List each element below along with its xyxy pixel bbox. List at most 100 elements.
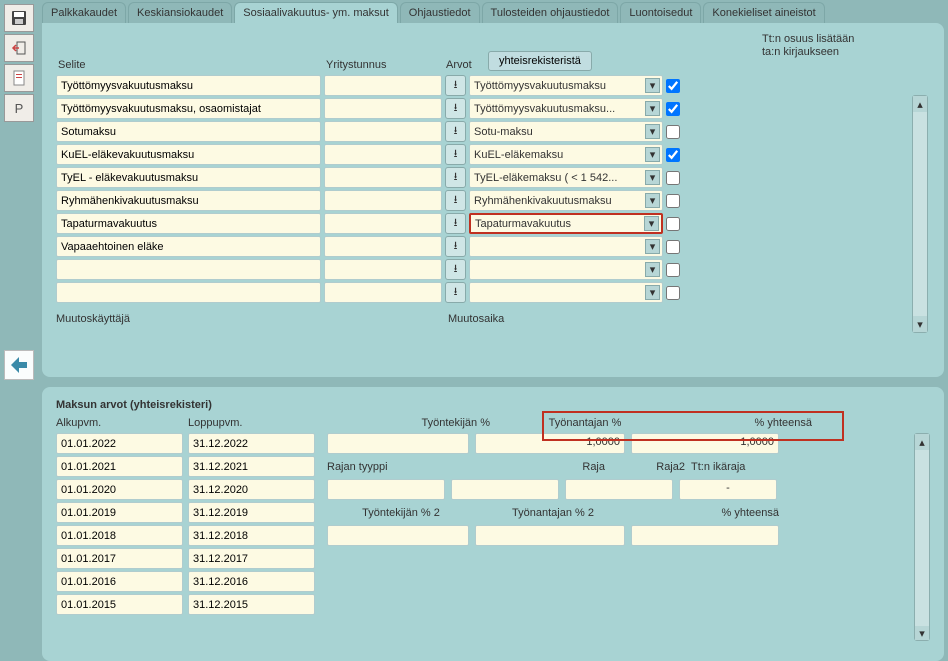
p-button[interactable]: P <box>4 94 34 122</box>
yritystunnus-field[interactable] <box>324 213 442 234</box>
scroll-up-icon[interactable]: ▴ <box>913 96 927 112</box>
ta2-field[interactable] <box>475 525 625 546</box>
loppupvm-field[interactable] <box>188 502 315 523</box>
scroll-up-icon[interactable]: ▴ <box>915 434 929 450</box>
loppupvm-field[interactable] <box>188 433 315 454</box>
arvot-button[interactable]: ⭳ <box>445 167 466 188</box>
loppupvm-field[interactable] <box>188 525 315 546</box>
selite-field[interactable] <box>56 213 321 234</box>
yritystunnus-field[interactable] <box>324 75 442 96</box>
tt-osuus-checkbox[interactable] <box>666 286 680 300</box>
alkupvm-field[interactable] <box>56 433 183 454</box>
dropdown-toggle-icon[interactable]: ▾ <box>915 626 929 640</box>
alkupvm-field[interactable] <box>56 456 183 477</box>
yhteisrekisterista-button[interactable]: yhteisrekisteristä <box>488 51 592 71</box>
yritystunnus-field[interactable] <box>324 259 442 280</box>
yritystunnus-field[interactable] <box>324 144 442 165</box>
rajan-tyyppi-field[interactable] <box>327 479 445 500</box>
panel-b-header: Alkupvm. Loppupvm. Työntekijän % Työnant… <box>56 417 930 429</box>
yritystunnus-field[interactable] <box>324 121 442 142</box>
selite-field[interactable] <box>56 167 321 188</box>
arvot-dropdown[interactable]: ▾ <box>469 236 663 257</box>
arvot-dropdown[interactable]: Työttömyysvakuutusmaksu▾ <box>469 75 663 96</box>
arvot-dropdown[interactable]: Tapaturmavakuutus▾ <box>469 213 663 234</box>
arvot-button[interactable]: ⭳ <box>445 98 466 119</box>
alkupvm-field[interactable] <box>56 479 183 500</box>
tt-osuus-checkbox[interactable] <box>666 263 680 277</box>
scroll-down-icon[interactable]: ▾ <box>913 316 927 332</box>
arvot-button[interactable]: ⭳ <box>445 213 466 234</box>
tt-osuus-checkbox[interactable] <box>666 240 680 254</box>
panel-a-scrollbar[interactable]: ▴ ▾ <box>912 95 928 333</box>
arvot-button[interactable]: ⭳ <box>445 259 466 280</box>
tab-ohjaustiedot[interactable]: Ohjaustiedot <box>400 2 480 23</box>
tt-osuus-checkbox[interactable] <box>666 79 680 93</box>
tab-sosiaalivakuutus[interactable]: Sosiaalivakuutus- ym. maksut <box>234 2 398 23</box>
exit-button[interactable] <box>4 34 34 62</box>
arvot-dropdown[interactable]: Työttömyysvakuutusmaksu...▾ <box>469 98 663 119</box>
tt-osuus-checkbox[interactable] <box>666 217 680 231</box>
alkupvm-field[interactable] <box>56 571 183 592</box>
selite-field[interactable] <box>56 98 321 119</box>
tt-osuus-checkbox[interactable] <box>666 194 680 208</box>
selite-field[interactable] <box>56 236 321 257</box>
selite-field[interactable] <box>56 75 321 96</box>
alkupvm-field[interactable] <box>56 594 183 615</box>
tab-keskiansiokaudet[interactable]: Keskiansiokaudet <box>128 2 232 23</box>
tp2-field[interactable] <box>327 525 469 546</box>
tab-tulosteiden[interactable]: Tulosteiden ohjaustiedot <box>482 2 619 23</box>
loppupvm-field[interactable] <box>188 571 315 592</box>
tt-ikaraja-field[interactable]: - <box>679 479 777 500</box>
chevron-down-icon: ▾ <box>645 78 660 93</box>
arvot-dropdown[interactable]: ▾ <box>469 282 663 303</box>
yhteensa-pct-field[interactable]: 1,0000 <box>631 433 779 454</box>
yritystunnus-field[interactable] <box>324 190 442 211</box>
selite-field[interactable] <box>56 282 321 303</box>
tt-osuus-checkbox[interactable] <box>666 148 680 162</box>
arvot-button[interactable]: ⭳ <box>445 190 466 211</box>
yritystunnus-field[interactable] <box>324 236 442 257</box>
dropdown-value: Tapaturmavakuutus <box>475 218 571 230</box>
loppupvm-field[interactable] <box>188 594 315 615</box>
yritystunnus-field[interactable] <box>324 167 442 188</box>
yritystunnus-field[interactable] <box>324 98 442 119</box>
panel-b-title: Maksun arvot (yhteisrekisteri) <box>56 399 930 411</box>
alkupvm-field[interactable] <box>56 548 183 569</box>
values-grid: 1,0000 1,0000 Rajan tyyppi Raja Raja2 Tt… <box>327 433 930 615</box>
alkupvm-field[interactable] <box>56 502 183 523</box>
raja2-field[interactable] <box>565 479 673 500</box>
selite-field[interactable] <box>56 190 321 211</box>
arvot-dropdown[interactable]: ▾ <box>469 259 663 280</box>
arvot-dropdown[interactable]: Sotu-maksu▾ <box>469 121 663 142</box>
lbl-raja: Raja <box>475 456 605 477</box>
tab-luontoisedut[interactable]: Luontoisedut <box>620 2 701 23</box>
loppupvm-field[interactable] <box>188 548 315 569</box>
arvot-dropdown[interactable]: Ryhmähenkivakuutusmaksu▾ <box>469 190 663 211</box>
selite-field[interactable] <box>56 259 321 280</box>
tt-osuus-checkbox[interactable] <box>666 102 680 116</box>
arvot-dropdown[interactable]: TyEL-eläkemaksu ( < 1 542...▾ <box>469 167 663 188</box>
arvot-dropdown[interactable]: KuEL-eläkemaksu▾ <box>469 144 663 165</box>
tyonantajan-pct-field[interactable]: 1,0000 <box>475 433 625 454</box>
arvot-button[interactable]: ⭳ <box>445 75 466 96</box>
save-button[interactable] <box>4 4 34 32</box>
tt-osuus-checkbox[interactable] <box>666 125 680 139</box>
raja-field[interactable] <box>451 479 559 500</box>
tyontekijan-pct-field[interactable] <box>327 433 469 454</box>
yh2-field[interactable] <box>631 525 779 546</box>
loppupvm-field[interactable] <box>188 456 315 477</box>
doc-button[interactable] <box>4 64 34 92</box>
arvot-button[interactable]: ⭳ <box>445 121 466 142</box>
yritystunnus-field[interactable] <box>324 282 442 303</box>
selite-field[interactable] <box>56 144 321 165</box>
arvot-button[interactable]: ⭳ <box>445 236 466 257</box>
tt-osuus-checkbox[interactable] <box>666 171 680 185</box>
tab-konekieliset[interactable]: Konekieliset aineistot <box>703 2 824 23</box>
selite-field[interactable] <box>56 121 321 142</box>
arvot-button[interactable]: ⭳ <box>445 144 466 165</box>
tab-palkkakaudet[interactable]: Palkkakaudet <box>42 2 126 23</box>
arvot-button[interactable]: ⭳ <box>445 282 466 303</box>
panel-b-scrollbar[interactable]: ▴ ▾ <box>914 433 930 641</box>
alkupvm-field[interactable] <box>56 525 183 546</box>
loppupvm-field[interactable] <box>188 479 315 500</box>
